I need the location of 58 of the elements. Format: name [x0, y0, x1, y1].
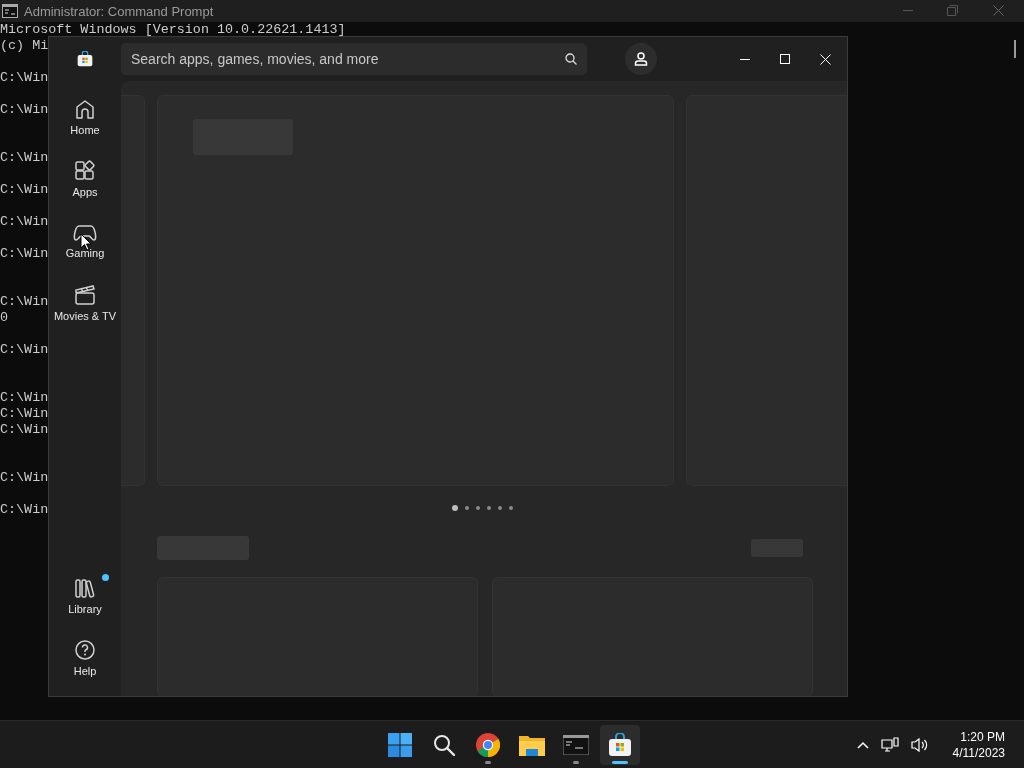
console-line: Microsoft Windows [Version 10.0.22621.1413] — [0, 23, 346, 36]
console-line: C:\Win — [0, 247, 49, 260]
console-line: C:\Win — [0, 103, 49, 116]
console-icon — [2, 4, 18, 18]
person-icon — [634, 52, 648, 66]
console-line: C:\Win — [0, 215, 49, 228]
maximize-icon[interactable] — [780, 54, 790, 64]
console-line: C:\Win — [0, 391, 49, 404]
console-line: C:\Win — [0, 295, 49, 308]
carousel-dot[interactable] — [498, 506, 502, 511]
console-line: C:\Win — [0, 471, 49, 484]
nav-item[interactable]: Library — [49, 569, 121, 623]
console-line: C:\Win — [0, 183, 49, 196]
console-line: C:\Win — [0, 407, 49, 420]
clock-date[interactable]: 4/11/2023 — [952, 744, 1005, 761]
carousel-dot[interactable] — [465, 506, 469, 511]
window-title: Administrator: Command Prompt — [24, 3, 214, 19]
terminal-icon — [563, 734, 589, 755]
carousel-dot[interactable] — [509, 506, 513, 511]
carousel-dot[interactable] — [476, 506, 480, 511]
nav-item[interactable]: Apps — [49, 152, 121, 206]
chevron-up-icon[interactable] — [856, 740, 869, 749]
console-line: 0 — [0, 311, 9, 324]
carousel-dot[interactable] — [452, 505, 458, 512]
console-line: C:\Win — [0, 151, 49, 164]
clock-time[interactable]: 1:20 PM — [960, 728, 1005, 745]
folder-icon — [519, 733, 545, 756]
library-icon — [74, 577, 96, 599]
console-line: C:\Win — [0, 343, 49, 356]
console-line: C:\Win — [0, 423, 49, 436]
nav-item[interactable]: Home — [49, 90, 121, 144]
volume-icon[interactable] — [910, 736, 929, 753]
clapperboard-icon — [74, 284, 96, 306]
network-icon[interactable] — [880, 736, 899, 753]
nav-item[interactable]: Movies & TV — [49, 276, 121, 330]
carousel-dot[interactable] — [487, 506, 491, 511]
minimize-icon[interactable] — [740, 58, 750, 60]
browser-icon — [476, 732, 500, 757]
start-icon — [388, 732, 412, 757]
search-placeholder: Search apps, games, movies, and more — [131, 51, 379, 67]
controller-icon — [73, 223, 97, 243]
taskbar-button[interactable] — [600, 724, 640, 765]
console-line: (c) Mi — [0, 39, 49, 52]
help-icon — [74, 639, 96, 661]
console-line: C:\Win — [0, 71, 49, 84]
nav-item[interactable]: Gaming — [49, 214, 121, 268]
search-icon — [432, 732, 456, 757]
cursor-icon — [80, 233, 92, 251]
nav-item[interactable]: Help — [49, 631, 121, 685]
account-button[interactable] — [625, 43, 657, 75]
store-icon — [608, 732, 632, 757]
console-line: C:\Win — [0, 503, 49, 516]
apps-icon — [74, 160, 96, 182]
scroll-thumb[interactable] — [1014, 40, 1016, 58]
search-icon[interactable] — [565, 53, 577, 65]
home-icon — [74, 98, 96, 120]
search-field[interactable]: Search apps, games, movies, and more — [121, 43, 587, 75]
store-logo-icon — [77, 51, 93, 67]
